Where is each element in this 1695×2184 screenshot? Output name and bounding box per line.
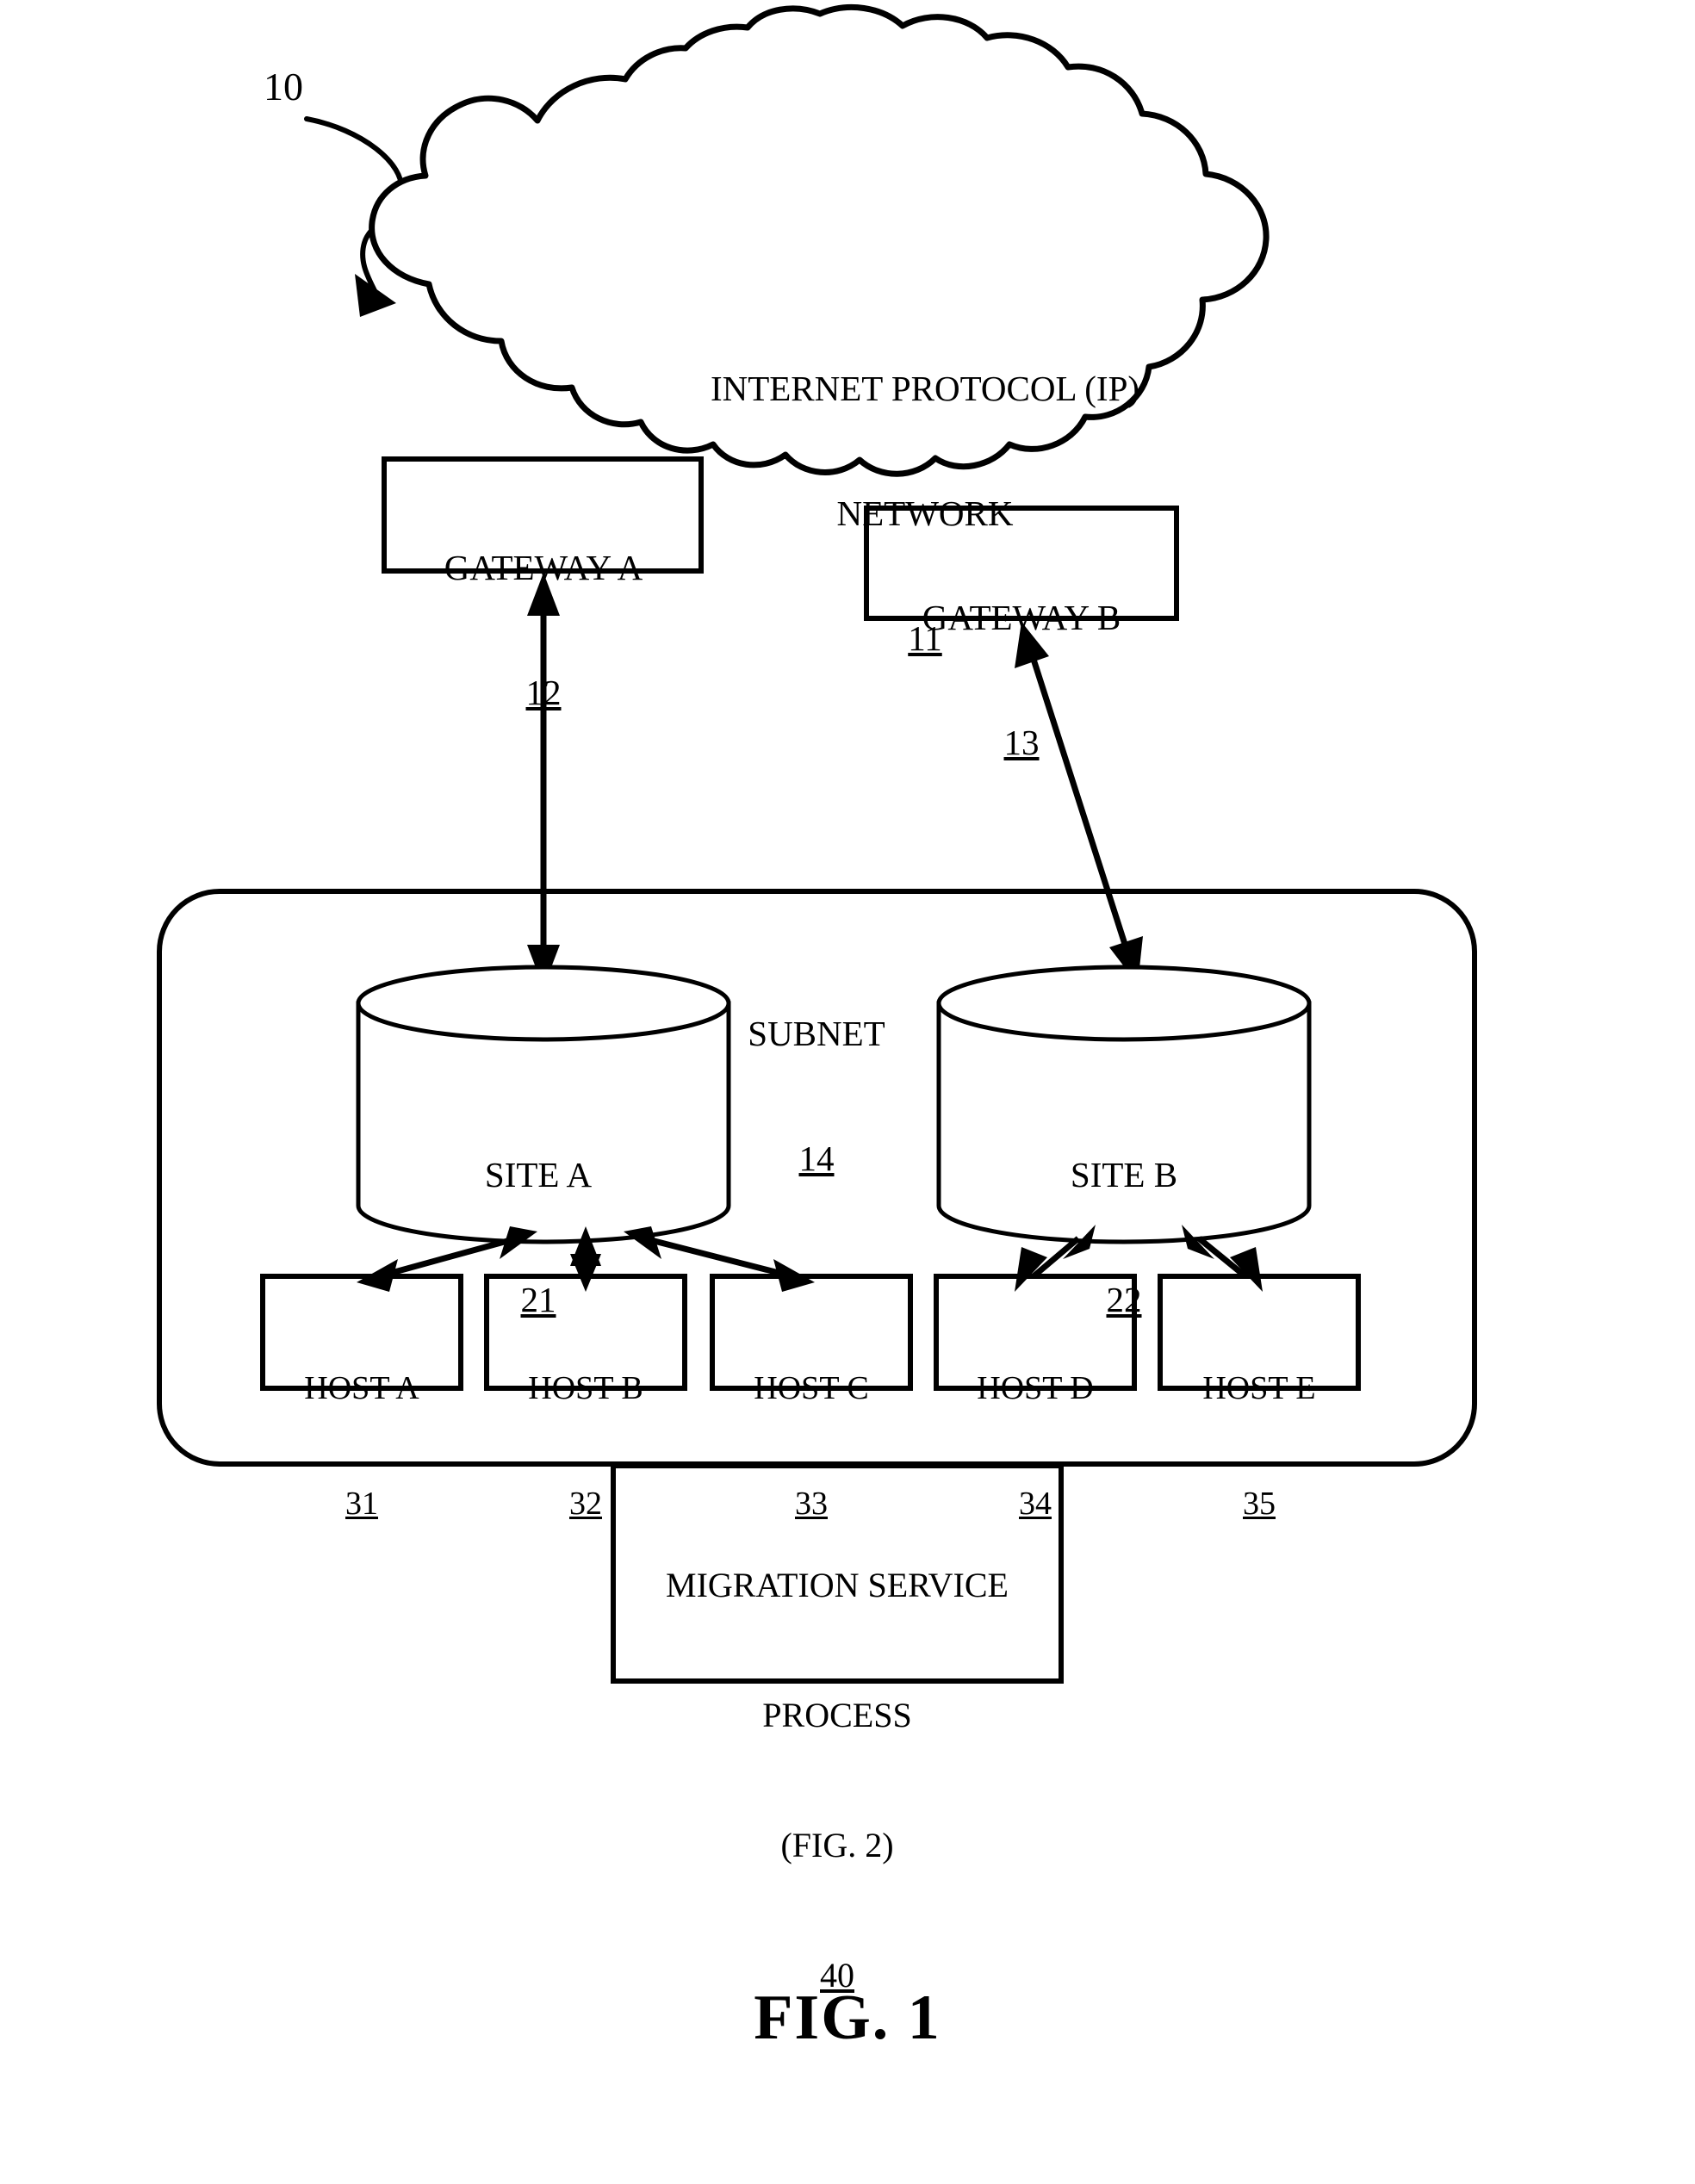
ip-network-line1: INTERNET PROTOCOL (IP) [710, 368, 1140, 408]
host-a-ref: 31 [345, 1486, 378, 1523]
site-a-name: SITE A [484, 1154, 593, 1194]
migration-line1: MIGRATION SERVICE [666, 1565, 1009, 1604]
host-a-label: HOST A 31 [267, 1292, 456, 1601]
subnet-ref: 14 [798, 1138, 835, 1178]
host-d-name: HOST D [977, 1369, 1094, 1406]
migration-line3: (FIG. 2) [780, 1826, 894, 1865]
gateway-b-label: GATEWAY B 13 [866, 513, 1177, 847]
subnet-name: SUBNET [748, 1013, 885, 1053]
subnet-label: SUBNET 14 [713, 929, 920, 1263]
gateway-a-ref: 12 [525, 672, 562, 712]
gateway-b-ref: 13 [1003, 722, 1040, 762]
host-a-name: HOST A [304, 1369, 419, 1406]
patent-figure-1: Site A (vertical, double headed) ===== -… [0, 0, 1695, 2184]
host-c-name: HOST C [754, 1369, 869, 1406]
host-e-label: HOST E 35 [1164, 1292, 1354, 1601]
site-b-name: SITE B [1070, 1154, 1178, 1194]
host-e-name: HOST E [1202, 1369, 1316, 1406]
gateway-a-name: GATEWAY A [444, 547, 643, 587]
host-b-name: HOST B [528, 1369, 643, 1406]
gateway-b-name: GATEWAY B [922, 597, 1121, 637]
figure-caption: FIG. 1 [754, 1982, 941, 2053]
system-reference-number: 10 [264, 65, 303, 109]
gateway-a-label: GATEWAY A 12 [384, 463, 703, 797]
migration-line2: PROCESS [762, 1695, 912, 1734]
host-e-ref: 35 [1243, 1486, 1276, 1523]
